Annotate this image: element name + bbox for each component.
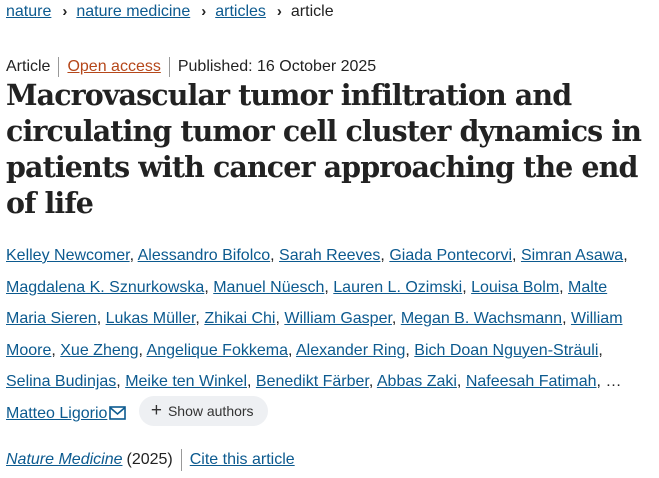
author-separator: , xyxy=(129,247,138,264)
breadcrumb-nature-medicine[interactable]: nature medicine xyxy=(76,2,190,22)
author-link[interactable]: Giada Pontecorvi xyxy=(389,247,512,264)
author-link[interactable]: Zhikai Chi xyxy=(204,310,275,327)
author-separator: , xyxy=(598,341,603,359)
author-link[interactable]: Kelley Newcomer xyxy=(6,247,130,264)
author-separator: , xyxy=(391,310,401,328)
envelope-icon[interactable] xyxy=(109,400,127,432)
divider xyxy=(180,449,182,471)
author-link[interactable]: Xue Zheng xyxy=(60,342,138,359)
breadcrumb-articles[interactable]: articles xyxy=(215,2,266,22)
show-authors-label: Show authors xyxy=(167,402,254,419)
article-type: Article xyxy=(6,58,51,75)
author-separator: , xyxy=(324,278,334,296)
published-date: Published: 16 October 2025 xyxy=(177,58,377,75)
author-link[interactable]: Benedikt Färber xyxy=(256,373,369,390)
open-access-link[interactable]: Open access xyxy=(67,57,160,77)
divider xyxy=(168,57,170,77)
author-link[interactable]: Alessandro Bifolco xyxy=(138,247,271,264)
author-separator: , xyxy=(368,373,377,391)
journal-link[interactable]: Nature Medicine xyxy=(6,450,123,470)
author-separator: , xyxy=(462,278,472,296)
author-ellipsis: … xyxy=(605,373,622,391)
author-link[interactable]: Megan B. Wachsmann xyxy=(401,310,562,327)
breadcrumb-current: article xyxy=(290,3,334,20)
author-separator: , xyxy=(456,373,466,391)
author-separator: , xyxy=(512,247,521,264)
chevron-right-icon: › xyxy=(62,3,68,20)
author-link[interactable]: Manuel Nüesch xyxy=(213,279,324,296)
author-link[interactable]: Magdalena K. Sznurkowska xyxy=(6,279,204,296)
divider xyxy=(58,57,60,77)
author-link[interactable]: Sarah Reeves xyxy=(279,247,380,264)
author-separator: , xyxy=(559,278,569,296)
chevron-right-icon: › xyxy=(276,3,282,20)
author-link[interactable]: Selina Budinjas xyxy=(6,373,116,390)
author-separator: , xyxy=(287,341,296,359)
author-separator: , xyxy=(623,247,628,264)
author-link[interactable]: Simran Asawa xyxy=(521,247,623,264)
breadcrumb-nature[interactable]: nature xyxy=(6,2,51,22)
author-link[interactable]: Abbas Zaki xyxy=(377,373,457,390)
author-separator: , xyxy=(204,278,214,296)
author-separator: , xyxy=(405,341,415,359)
plus-icon: + xyxy=(150,400,162,422)
show-authors-button[interactable]: + Show authors xyxy=(138,395,268,426)
author-link[interactable]: Angelique Fokkema xyxy=(147,342,288,359)
author-link[interactable]: Lukas Müller xyxy=(106,310,196,327)
author-separator: , xyxy=(51,341,61,359)
author-link[interactable]: Alexander Ring xyxy=(296,342,405,359)
author-list: Kelley Newcomer, Alessandro Bifolco, Sar… xyxy=(6,240,646,430)
author-separator: , xyxy=(270,247,280,264)
author-link[interactable]: Nafeesah Fatimah xyxy=(466,373,597,390)
citation-line: Nature Medicine (2025) Cite this article xyxy=(6,449,295,471)
author-link[interactable]: Bich Doan Nguyen-Sträuli xyxy=(414,342,598,359)
article-meta: Article Open access Published: 16 Octobe… xyxy=(6,57,376,77)
author-separator: , xyxy=(96,310,106,328)
author-link[interactable]: William Gasper xyxy=(284,310,392,327)
author-separator: , xyxy=(116,373,126,391)
author-separator: , xyxy=(380,247,390,264)
breadcrumb: nature › nature medicine › articles › ar… xyxy=(6,2,334,22)
author-link[interactable]: Matteo Ligorio xyxy=(6,405,107,422)
cite-this-article-link[interactable]: Cite this article xyxy=(190,450,295,470)
author-link[interactable]: Louisa Bolm xyxy=(471,279,559,296)
author-separator: , xyxy=(247,373,256,391)
chevron-right-icon: › xyxy=(201,3,207,20)
publication-year: (2025) xyxy=(126,451,173,468)
author-separator: , xyxy=(275,310,285,328)
article-title: Macrovascular tumor infiltration and cir… xyxy=(6,78,642,220)
author-link[interactable]: Lauren L. Ozimski xyxy=(333,279,462,296)
author-links: Kelley Newcomer, Alessandro Bifolco, Sar… xyxy=(6,247,628,390)
author-separator: , xyxy=(138,341,147,359)
author-separator: , xyxy=(562,310,571,328)
author-link[interactable]: Meike ten Winkel xyxy=(125,373,247,390)
author-separator: , xyxy=(195,310,205,328)
